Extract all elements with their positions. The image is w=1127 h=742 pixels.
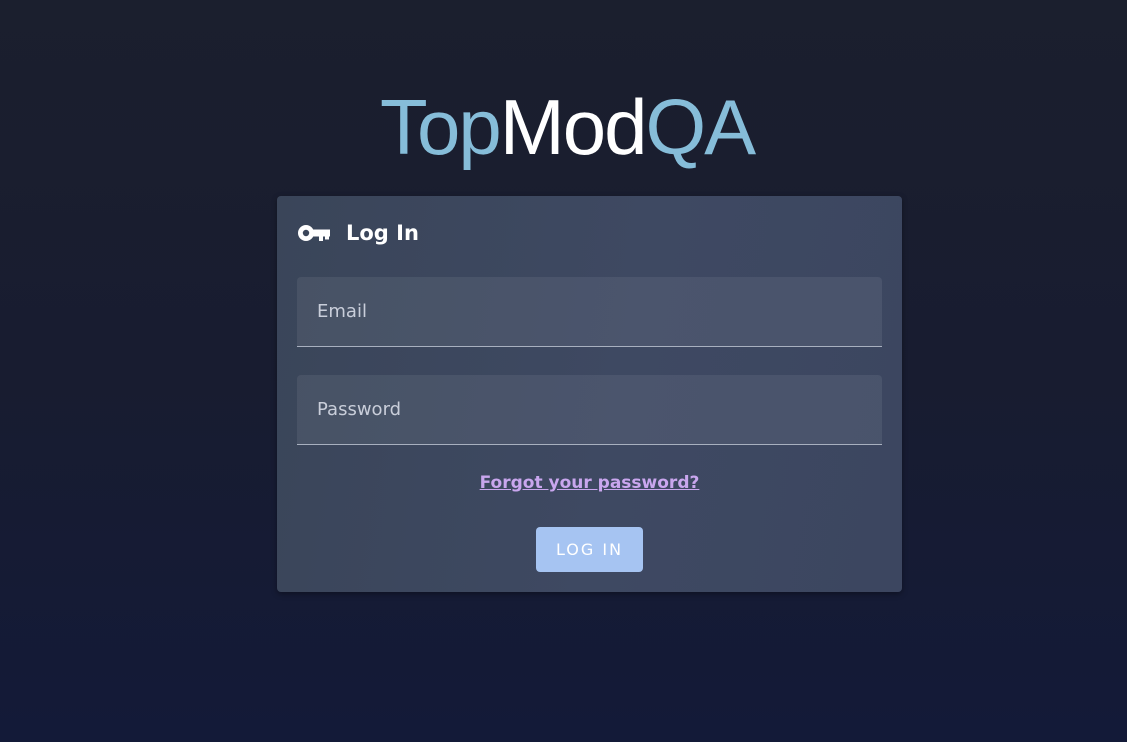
logo-text-top: Top: [380, 83, 502, 171]
forgot-password-link[interactable]: Forgot your password?: [277, 473, 902, 493]
app-logo: TopModQA: [380, 82, 800, 180]
password-input[interactable]: [297, 375, 882, 444]
logo-text-qa: QA: [645, 83, 757, 171]
login-card-header: Log In: [297, 218, 419, 248]
key-icon: [297, 222, 331, 244]
login-button[interactable]: LOG IN: [536, 527, 643, 572]
logo-text-mod: Mod: [499, 83, 648, 171]
email-field[interactable]: [297, 277, 882, 347]
email-input[interactable]: [297, 277, 882, 346]
password-field[interactable]: [297, 375, 882, 445]
login-title: Log In: [346, 221, 419, 245]
login-card: Log In Forgot your password? LOG IN: [277, 196, 902, 592]
